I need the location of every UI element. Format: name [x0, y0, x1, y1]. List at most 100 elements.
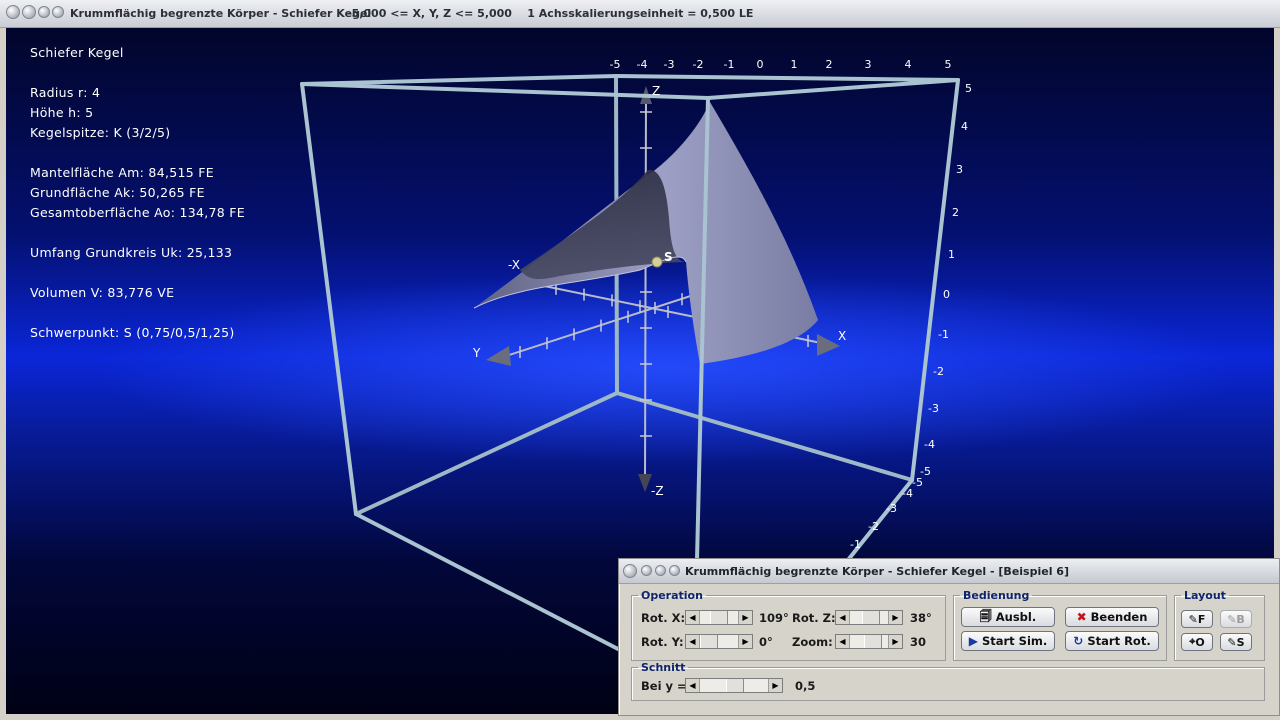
zoom-value: 30 [910, 635, 927, 649]
right-tick-label: 5 [965, 82, 972, 95]
right-arrow-icon[interactable]: ▶ [888, 611, 902, 624]
top-tick-label: -3 [664, 58, 675, 71]
top-tick-label: 4 [905, 58, 912, 71]
right-tick-label: -2 [933, 365, 944, 378]
rot-z-value: 38° [910, 611, 932, 625]
right-tick-label: 3 [956, 163, 963, 176]
rot-z-scrollbar[interactable]: ◀ ▶ [835, 610, 903, 625]
rot-x-value: 109° [759, 611, 789, 625]
right-arrow-icon[interactable]: ▶ [888, 635, 902, 648]
start-rot-button[interactable]: ↻ Start Rot. [1065, 631, 1159, 651]
schnitt-scrollbar[interactable]: ◀ ▶ [685, 678, 783, 693]
layout-s-button[interactable]: ✎ S [1220, 633, 1252, 651]
window-circle-icon[interactable] [623, 564, 637, 578]
bei-y-value: 0,5 [795, 679, 816, 693]
top-tick-label: 1 [791, 58, 798, 71]
beenden-button[interactable]: ✖ Beenden [1065, 607, 1159, 627]
bottom-tick-labels: -5-4 -3 -2 -1 [850, 476, 923, 551]
scroll-thumb[interactable] [710, 611, 728, 624]
panel-title: Krummflächig begrenzte Körper - Schiefer… [685, 565, 1069, 578]
layout-legend: Layout [1184, 589, 1226, 602]
layout-f-button[interactable]: ✎ F [1181, 610, 1213, 628]
neg-x-label: -X [508, 258, 520, 272]
rot-x-scrollbar[interactable]: ◀ ▶ [685, 610, 753, 625]
scroll-thumb[interactable] [700, 635, 718, 648]
neg-z-arrow-icon [638, 474, 652, 492]
right-arrow-icon[interactable]: ▶ [738, 635, 752, 648]
top-tick-label: 5 [945, 58, 952, 71]
centroid-point [651, 256, 663, 268]
top-tick-label: -2 [693, 58, 704, 71]
bottom-tick-label: -3 [886, 502, 897, 515]
neg-z-label: -Z [651, 484, 664, 498]
y-arrow-icon [486, 346, 511, 366]
top-tick-label: 2 [826, 58, 833, 71]
right-tick-label: 1 [948, 248, 955, 261]
scroll-thumb[interactable] [864, 635, 882, 648]
left-arrow-icon[interactable]: ◀ [836, 635, 850, 648]
x-arrow-icon [817, 334, 840, 356]
zoom-scrollbar[interactable]: ◀ ▶ [835, 634, 903, 649]
z-label: Z [652, 84, 660, 98]
window-circle-icon[interactable] [641, 565, 652, 576]
right-arrow-icon[interactable]: ▶ [738, 611, 752, 624]
right-arrow-icon[interactable]: ▶ [768, 679, 782, 692]
right-tick-label: -4 [924, 438, 935, 451]
top-tick-label: -1 [724, 58, 735, 71]
left-arrow-icon[interactable]: ◀ [836, 611, 850, 624]
bottom-tick-label: -4 [902, 487, 913, 500]
right-tick-label: 0 [943, 288, 950, 301]
scroll-thumb[interactable] [862, 611, 880, 624]
left-arrow-icon[interactable]: ◀ [686, 611, 700, 624]
layout-b-label: B [1236, 612, 1245, 626]
right-tick-labels: 543210-1-2-3-4-5 [920, 82, 972, 478]
brush-icon: ✎ [1227, 612, 1237, 626]
top-tick-label: 3 [865, 58, 872, 71]
hide-icon: 🗐 [979, 608, 992, 623]
left-arrow-icon[interactable]: ◀ [686, 679, 700, 692]
bei-y-label: Bei y = [641, 679, 687, 693]
rot-y-value: 0° [759, 635, 773, 649]
top-tick-label: -4 [637, 58, 648, 71]
rot-y-label: Rot. Y: [641, 635, 684, 649]
layout-b-button[interactable]: ✎ B [1220, 610, 1252, 628]
bedienung-legend: Bedienung [963, 589, 1030, 602]
start-sim-button[interactable]: ▶ Start Sim. [961, 631, 1055, 651]
scroll-thumb[interactable] [726, 679, 744, 692]
rot-x-label: Rot. X: [641, 611, 686, 625]
ausblenden-label: Ausbl. [995, 610, 1037, 624]
right-tick-label: 4 [961, 120, 968, 133]
bounding-frame-back [354, 74, 914, 516]
top-tick-label: 0 [757, 58, 764, 71]
z-axis-line [644, 91, 647, 486]
window-circle-icon[interactable] [669, 565, 680, 576]
top-tick-label: -5 [610, 58, 621, 71]
rot-y-scrollbar[interactable]: ◀ ▶ [685, 634, 753, 649]
right-tick-label: -1 [938, 328, 949, 341]
ausblenden-button[interactable]: 🗐 Ausbl. [961, 607, 1055, 627]
centroid-label: S [664, 250, 673, 264]
bottom-tick-label: -2 [868, 520, 879, 533]
brush-icon: ✎ [1227, 635, 1237, 649]
right-tick-label: -3 [928, 402, 939, 415]
play-icon: ▶ [968, 634, 978, 648]
right-tick-label: 2 [952, 206, 959, 219]
schnitt-legend: Schnitt [641, 661, 686, 674]
layout-o-button[interactable]: ⌖ O [1181, 633, 1213, 651]
start-sim-label: Start Sim. [981, 634, 1048, 648]
left-arrow-icon[interactable]: ◀ [686, 635, 700, 648]
panel-title-bar: Krummflächig begrenzte Körper - Schiefer… [619, 559, 1279, 584]
window-circle-icon[interactable] [655, 565, 666, 576]
rot-z-label: Rot. Z: [792, 611, 836, 625]
zoom-label: Zoom: [792, 635, 833, 649]
operation-legend: Operation [641, 589, 703, 602]
layout-s-label: S [1236, 635, 1245, 649]
control-panel: Krummflächig begrenzte Körper - Schiefer… [618, 558, 1280, 716]
top-tick-labels: -5 -4 -3 -2 -1 0 1 2 3 4 5 [610, 58, 952, 71]
operation-group: Operation [631, 589, 946, 661]
layout-f-label: F [1197, 612, 1206, 626]
bottom-tick-label: -5 [912, 476, 923, 489]
start-rot-label: Start Rot. [1087, 634, 1151, 648]
layout-o-label: O [1195, 635, 1205, 649]
rotate-icon: ↻ [1073, 634, 1084, 648]
